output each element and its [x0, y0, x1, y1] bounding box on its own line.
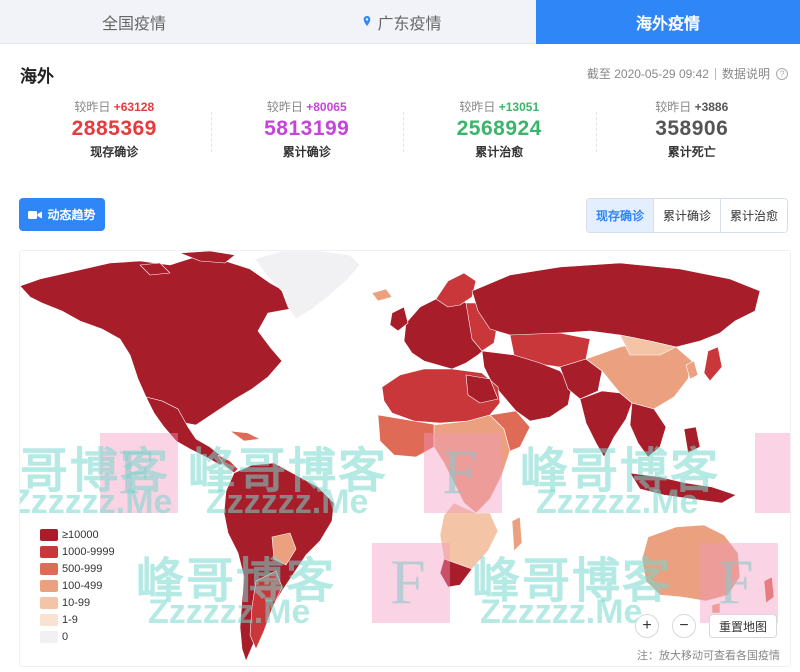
legend-item[interactable]: 0: [40, 628, 115, 645]
stat-value: 2568924: [456, 117, 542, 140]
stat-total-cured: 较昨日 +13051 2568924 累计治愈: [403, 98, 596, 168]
iceland[interactable]: [371, 288, 393, 302]
tasmania[interactable]: [711, 602, 721, 614]
central-africa[interactable]: [433, 414, 511, 514]
stat-current-confirmed: 较昨日 +63128 2885369 现存确诊: [18, 98, 211, 168]
legend-item[interactable]: 500-999: [40, 560, 115, 577]
stat-value: 5813199: [264, 117, 350, 140]
russia[interactable]: [471, 262, 761, 348]
question-icon[interactable]: ?: [776, 67, 788, 80]
legend-item[interactable]: ≥10000: [40, 526, 115, 543]
data-meta: 截至 2020-05-29 09:42 数据说明 ?: [587, 65, 788, 82]
stat-total-confirmed: 较昨日 +80065 5813199 累计确诊: [210, 98, 404, 168]
philippines[interactable]: [683, 426, 701, 454]
cutoff-time: 截至 2020-05-29 09:42: [586, 67, 709, 81]
section-title: 海外: [20, 67, 54, 86]
stat-value: 358906: [655, 117, 729, 140]
legend-item[interactable]: 100-499: [40, 577, 115, 594]
stat-total-deaths: 较昨日 +3886 358906 累计死亡: [595, 98, 789, 168]
tab-national[interactable]: 全国疫情: [0, 0, 268, 44]
caribbean[interactable]: [229, 430, 261, 442]
india[interactable]: [579, 390, 633, 458]
new-zealand[interactable]: [763, 576, 775, 604]
tab-guangdong[interactable]: 广东疫情: [268, 0, 536, 44]
divider: [714, 67, 716, 80]
location-pin-icon: [364, 15, 371, 26]
zoom-out-button[interactable]: −: [672, 614, 696, 638]
indonesia[interactable]: [629, 472, 737, 504]
southeast-asia[interactable]: [629, 402, 667, 458]
legend-item[interactable]: 1000-9999: [40, 543, 115, 560]
metric-total-cured[interactable]: 累计治愈: [719, 199, 787, 232]
metric-current-confirmed[interactable]: 现存确诊: [586, 199, 653, 232]
metric-total-confirmed[interactable]: 累计确诊: [652, 199, 720, 232]
region-tabs: 全国疫情 广东疫情 海外疫情: [0, 0, 800, 44]
japan[interactable]: [703, 346, 723, 382]
stat-value: 2885369: [71, 117, 157, 140]
australia[interactable]: [641, 524, 741, 602]
legend-item[interactable]: 10-99: [40, 594, 115, 611]
tab-overseas[interactable]: 海外疫情: [536, 0, 800, 44]
map-legend: ≥10000 1000-9999 500-999 100-499 10-99 1…: [40, 526, 115, 645]
stat-label: 累计死亡: [667, 145, 716, 159]
video-icon: [28, 210, 43, 219]
south-america[interactable]: [223, 462, 335, 662]
data-explain-link[interactable]: 数据说明: [722, 65, 770, 82]
reset-map-button[interactable]: 重置地图: [709, 614, 777, 638]
world-map-svg: [20, 251, 775, 662]
zoom-in-button[interactable]: +: [635, 614, 659, 638]
map-note: 注：放大移动可查看各国疫情: [637, 650, 780, 662]
stat-label: 现存确诊: [90, 145, 139, 159]
stat-label: 累计确诊: [282, 145, 331, 159]
trend-button[interactable]: 动态趋势: [19, 198, 105, 231]
world-map[interactable]: F F F F 峰哥博客 峰哥博客 峰哥博客 Zzzzzz.Me Zzzzzz.…: [19, 250, 791, 667]
stat-label: 累计治愈: [475, 145, 524, 159]
stats-row: 较昨日 +63128 2885369 现存确诊 较昨日 +80065 58131…: [18, 98, 788, 168]
madagascar[interactable]: [511, 516, 523, 552]
metric-switch: 现存确诊 累计确诊 累计治愈: [585, 198, 788, 233]
scandinavia[interactable]: [435, 272, 477, 308]
legend-item[interactable]: 1-9: [40, 611, 115, 628]
